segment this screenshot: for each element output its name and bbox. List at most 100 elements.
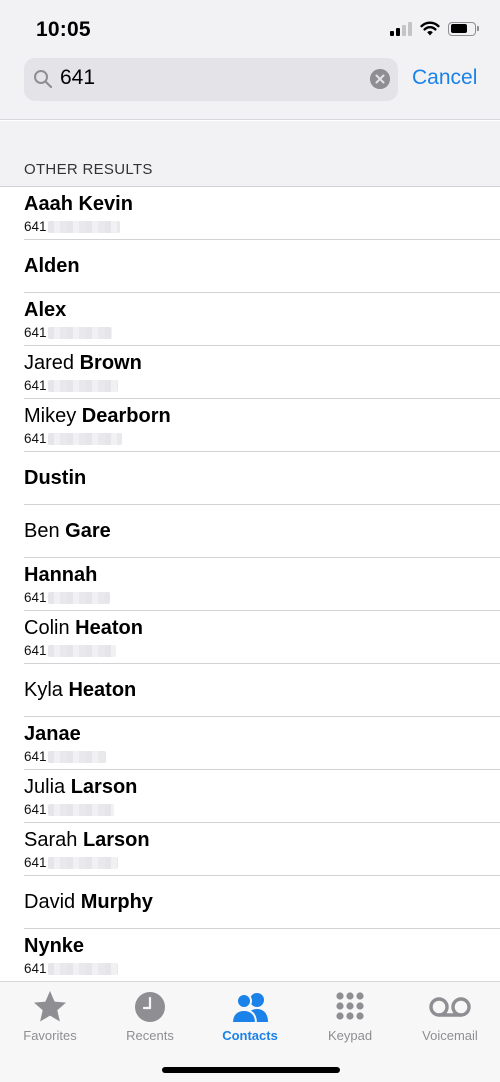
phone-prefix: 641 <box>24 961 47 976</box>
contact-last-name: Heaton <box>75 617 143 639</box>
redacted-phone-digits <box>47 803 114 816</box>
list-item[interactable]: Colin Heaton 641 <box>24 611 500 664</box>
contact-phone: 641 <box>24 643 116 658</box>
tab-voicemail[interactable]: Voicemail <box>400 990 500 1043</box>
tab-label-recents: Recents <box>126 1028 174 1043</box>
clear-icon[interactable] <box>370 69 390 89</box>
battery-icon <box>448 21 479 36</box>
contact-phone: 641 <box>24 590 110 605</box>
redacted-phone-digits <box>47 220 120 233</box>
contact-first-name: Aaah Kevin <box>24 193 133 215</box>
contact-name: Jared Brown <box>24 352 142 375</box>
contact-last-name: Dearborn <box>81 405 171 427</box>
list-item[interactable]: Julia Larson 641 <box>24 770 500 823</box>
tab-label-keypad: Keypad <box>327 1028 373 1043</box>
list-item[interactable]: David Murphy <box>24 876 500 929</box>
redacted-phone-digits <box>47 750 106 763</box>
contact-name: Dustin <box>24 467 86 490</box>
tab-recents[interactable]: Recents <box>100 990 200 1043</box>
list-item[interactable]: Sarah Larson 641 <box>24 823 500 876</box>
status-time: 10:05 <box>36 18 91 41</box>
contact-last-name: Larson <box>70 776 138 798</box>
contact-phone: 641 <box>24 749 106 764</box>
list-item[interactable]: Dustin <box>24 452 500 505</box>
redacted-phone-digits <box>47 591 110 604</box>
contact-first-name: Hannah <box>24 564 98 586</box>
phone-prefix: 641 <box>24 749 47 764</box>
contact-last-name: Gare <box>65 520 111 542</box>
contact-name: Alex <box>24 299 66 322</box>
redacted-phone-digits <box>47 326 112 339</box>
list-item[interactable]: Hannah 641 <box>24 558 500 611</box>
contact-first-name: Jared <box>24 352 80 374</box>
search-icon <box>34 70 53 89</box>
list-item[interactable]: Alex 641 <box>24 293 500 346</box>
contact-name: Colin Heaton <box>24 617 143 640</box>
section-header: OTHER RESULTS <box>24 161 153 178</box>
contact-first-name: Nynke <box>24 935 85 957</box>
contact-last-name: Murphy <box>80 891 153 913</box>
phone-prefix: 641 <box>24 643 47 658</box>
phone-prefix: 641 <box>24 431 47 446</box>
star-icon <box>34 991 66 1022</box>
list-item[interactable]: Nynke 641 <box>24 929 500 982</box>
contact-name: David Murphy <box>24 891 153 914</box>
tab-label-contacts: Contacts <box>222 1028 278 1043</box>
contact-first-name: Colin <box>24 617 76 639</box>
search-area: 641 Cancel <box>0 58 500 120</box>
wifi-icon <box>420 21 440 36</box>
contact-name: Hannah <box>24 564 97 587</box>
status-bar: 10:05 <box>0 0 500 58</box>
contact-first-name: Ben <box>24 520 66 542</box>
contact-phone: 641 <box>24 855 118 870</box>
list-item[interactable]: Alden <box>24 240 500 293</box>
phone-prefix: 641 <box>24 855 47 870</box>
tab-favorites[interactable]: Favorites <box>0 990 100 1043</box>
contact-last-name: Larson <box>82 829 150 851</box>
redacted-phone-digits <box>47 432 122 445</box>
redacted-phone-digits <box>47 962 118 975</box>
contact-name: Mikey Dearborn <box>24 405 171 428</box>
contact-first-name: Mikey <box>24 405 82 427</box>
phone-prefix: 641 <box>24 802 47 817</box>
contacts-icon <box>230 993 268 1024</box>
contact-phone: 641 <box>24 961 118 976</box>
contact-name: Ben Gare <box>24 520 111 543</box>
contact-phone: 641 <box>24 802 114 817</box>
contact-last-name: Heaton <box>68 679 137 701</box>
contact-name: Aaah Kevin <box>24 193 133 216</box>
list-item[interactable]: Janae 641 <box>24 717 500 770</box>
contact-phone: 641 <box>24 431 122 446</box>
cancel-button[interactable]: Cancel <box>412 66 477 90</box>
contact-first-name: Alex <box>24 299 67 321</box>
cellular-signal-icon <box>390 21 412 36</box>
list-item[interactable]: Jared Brown 641 <box>24 346 500 399</box>
phone-prefix: 641 <box>24 325 47 340</box>
list-item[interactable]: Kyla Heaton <box>24 664 500 717</box>
contact-first-name: Kyla <box>24 679 69 701</box>
home-indicator <box>162 1067 340 1073</box>
keypad-icon <box>336 992 364 1020</box>
phone-prefix: 641 <box>24 590 47 605</box>
contact-phone: 641 <box>24 219 120 234</box>
contact-first-name: David <box>24 891 81 913</box>
contact-name: Janae <box>24 723 81 746</box>
list-item[interactable]: Mikey Dearborn 641 <box>24 399 500 452</box>
phone-prefix: 641 <box>24 378 47 393</box>
results-list: Aaah Kevin 641 Alden Alex 641 Jared Brown 641 M… <box>0 187 500 982</box>
tab-label-voicemail: Voicemail <box>422 1028 478 1043</box>
tab-contacts[interactable]: Contacts <box>200 990 300 1043</box>
contact-first-name: Julia <box>24 776 71 798</box>
contact-first-name: Alden <box>24 255 80 277</box>
list-item[interactable]: Ben Gare <box>24 505 500 558</box>
redacted-phone-digits <box>47 856 118 869</box>
redacted-phone-digits <box>47 379 118 392</box>
contact-first-name: Sarah <box>24 829 83 851</box>
search-input[interactable]: 641 <box>24 58 398 101</box>
list-item[interactable]: Aaah Kevin 641 <box>24 187 500 240</box>
contact-name: Kyla Heaton <box>24 679 136 702</box>
contact-name: Julia Larson <box>24 776 137 799</box>
contact-first-name: Dustin <box>24 467 87 489</box>
search-query[interactable]: 641 <box>60 66 95 90</box>
tab-keypad[interactable]: Keypad <box>300 990 400 1043</box>
